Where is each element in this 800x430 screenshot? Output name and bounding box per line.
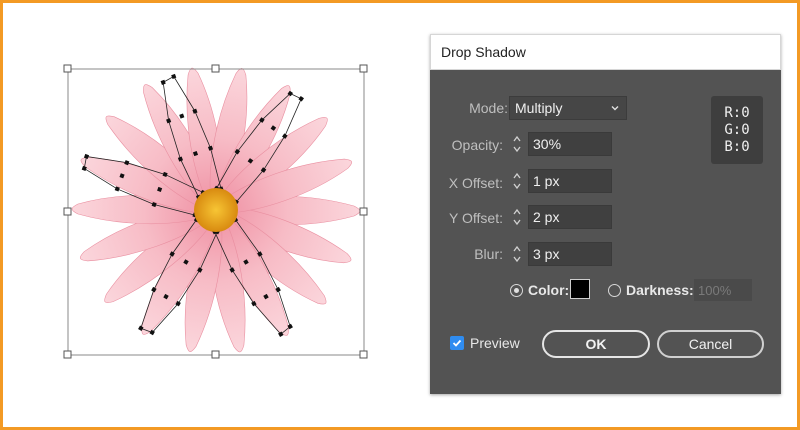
up-down-arrows-icon bbox=[513, 172, 521, 190]
chevron-down-icon bbox=[611, 106, 619, 111]
rgb-g: G:0 bbox=[724, 121, 750, 138]
opacity-input[interactable]: 30% bbox=[528, 132, 612, 156]
handle-bottom-center bbox=[211, 350, 220, 359]
preview-checkbox[interactable] bbox=[450, 336, 464, 350]
anchor-point bbox=[179, 113, 185, 119]
rgb-readout: R:0 G:0 B:0 bbox=[711, 96, 763, 164]
y-offset-input[interactable]: 2 px bbox=[528, 205, 612, 229]
handle-bottom-left bbox=[63, 350, 72, 359]
flower-artwork[interactable] bbox=[62, 62, 372, 362]
checkmark-icon bbox=[452, 339, 462, 347]
preview-label: Preview bbox=[470, 335, 520, 351]
ok-button[interactable]: OK bbox=[542, 330, 650, 358]
y-offset-label: Y Offset: bbox=[449, 210, 503, 226]
handle-top-right bbox=[359, 64, 368, 73]
flower-illustration bbox=[63, 64, 368, 359]
mode-value: Multiply bbox=[515, 100, 563, 116]
anchor-point bbox=[171, 73, 177, 79]
x-offset-input[interactable]: 1 px bbox=[528, 169, 612, 193]
color-radio[interactable] bbox=[510, 284, 523, 297]
handle-bottom-right bbox=[359, 350, 368, 359]
handle-top-left bbox=[63, 64, 72, 73]
anchor-point bbox=[160, 79, 166, 85]
y-offset-stepper[interactable] bbox=[508, 205, 526, 229]
mode-label: Mode: bbox=[469, 100, 508, 116]
mode-select[interactable]: Multiply bbox=[509, 96, 627, 120]
opacity-label: Opacity: bbox=[451, 137, 503, 153]
x-offset-label: X Offset: bbox=[448, 175, 503, 191]
darkness-input[interactable]: 100% bbox=[694, 279, 752, 301]
rgb-r: R:0 bbox=[724, 104, 750, 121]
up-down-arrows-icon bbox=[513, 208, 521, 226]
handle-middle-left bbox=[63, 207, 72, 216]
rgb-b: B:0 bbox=[724, 138, 750, 155]
handle-top-center bbox=[211, 64, 220, 73]
dialog-title: Drop Shadow bbox=[430, 34, 781, 70]
darkness-radio[interactable] bbox=[608, 284, 621, 297]
color-radio-label: Color: bbox=[528, 282, 570, 298]
darkness-radio-label: Darkness: bbox=[626, 282, 694, 298]
blur-label: Blur: bbox=[474, 246, 503, 262]
handle-middle-right bbox=[359, 207, 368, 216]
up-down-arrows-icon bbox=[513, 245, 521, 263]
blur-input[interactable]: 3 px bbox=[528, 242, 612, 266]
anchor-point bbox=[298, 95, 305, 102]
up-down-arrows-icon bbox=[513, 135, 521, 153]
drop-shadow-dialog: Drop Shadow Mode: Multiply R:0 G:0 B:0 O… bbox=[430, 34, 781, 394]
x-offset-stepper[interactable] bbox=[508, 169, 526, 193]
flower-center bbox=[194, 188, 238, 232]
cancel-button[interactable]: Cancel bbox=[657, 330, 764, 358]
shadow-color-swatch[interactable] bbox=[570, 279, 590, 299]
blur-stepper[interactable] bbox=[508, 242, 526, 266]
opacity-stepper[interactable] bbox=[508, 132, 526, 156]
